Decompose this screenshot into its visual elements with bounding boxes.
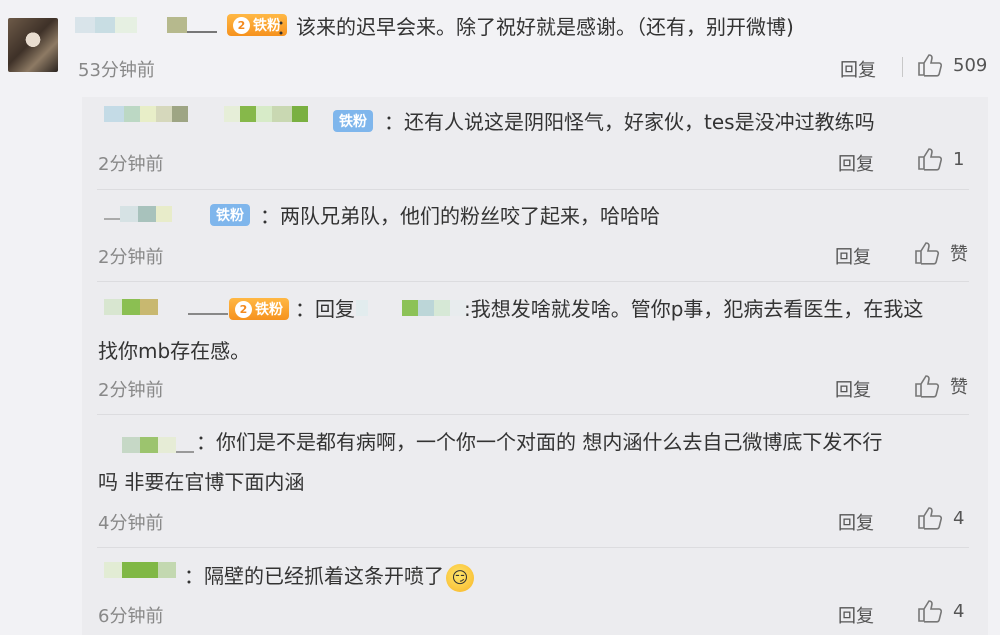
timestamp: 6分钟前 — [98, 606, 164, 627]
timestamp: 2分钟前 — [98, 154, 164, 175]
like-button[interactable]: 509 — [917, 53, 987, 77]
mentioned-username[interactable] — [356, 300, 466, 316]
divider — [97, 547, 969, 548]
comment-text: ：该来的迟早会来。除了祝好就是感谢。（还有，别开微博) — [276, 15, 794, 39]
thumbs-up-icon — [915, 375, 940, 398]
divider — [97, 281, 969, 282]
avatar[interactable] — [8, 18, 58, 72]
reply-button[interactable]: 回复 — [840, 56, 876, 82]
like-button[interactable]: 4 — [917, 599, 964, 623]
reply-text-continued: 吗 非要在官博下面内涵 — [98, 470, 305, 494]
reply-button[interactable]: 回复 — [838, 602, 874, 628]
reply-text-continued: 找你mb存在感。 — [98, 339, 251, 363]
username-reply[interactable] — [104, 206, 196, 222]
reply-button[interactable]: 回复 — [838, 150, 874, 176]
like-button[interactable]: 4 — [917, 506, 964, 530]
reply-text: :我想发啥就发啥。管你p事，犯病去看医生，在我这 — [464, 297, 924, 321]
divider — [97, 189, 969, 190]
crown-level-icon: 2 — [235, 300, 252, 318]
fan-badge: 铁粉 — [333, 110, 373, 132]
timestamp: 4分钟前 — [98, 513, 164, 534]
thumbs-up-icon — [918, 148, 943, 171]
thumbs-up-icon — [918, 507, 943, 530]
username-reply[interactable] — [122, 437, 194, 453]
reply-text: ：还有人说这是阴阳怪气，好家伙，tes是没冲过教练吗 — [384, 110, 875, 134]
main-comment: 2 铁粉 ：该来的迟早会来。除了祝好就是感谢。（还有，别开微博) 53分钟前 回… — [0, 0, 1000, 100]
separator — [902, 57, 903, 77]
reply-text: ：回复 — [295, 297, 355, 321]
timestamp: 2分钟前 — [98, 380, 164, 401]
username-reply[interactable] — [104, 562, 176, 578]
reply-text: ：你们是不是都有病啊，一个你一个对面的 想内涵什么去自己微博底下发不行 — [196, 430, 883, 454]
fan-badge: 2 铁粉 — [229, 298, 289, 320]
reply-text: ：两队兄弟队，他们的粉丝咬了起来，哈哈哈 — [260, 204, 660, 228]
thumbs-up-icon — [915, 242, 940, 265]
crown-level-icon: 2 — [233, 16, 250, 34]
thumbs-up-icon — [918, 54, 943, 77]
like-button[interactable]: 1 — [917, 147, 964, 171]
reply-list — [82, 97, 988, 635]
reply-text: ：隔壁的已经抓着这条开喷了 😏 — [184, 563, 474, 592]
timestamp: 53分钟前 — [78, 60, 155, 81]
timestamp: 2分钟前 — [98, 247, 164, 268]
fan-badge: 铁粉 — [210, 204, 250, 226]
like-button[interactable]: 赞 — [914, 373, 968, 399]
reply-button[interactable]: 回复 — [835, 243, 871, 269]
reply-button[interactable]: 回复 — [835, 376, 871, 402]
thumbs-up-icon — [918, 600, 943, 623]
username-reply[interactable] — [104, 106, 308, 122]
like-button[interactable]: 赞 — [914, 240, 968, 266]
smile-emoji-icon: 😏 — [446, 563, 474, 592]
username-main[interactable]: 2 铁粉 — [75, 14, 287, 36]
username-reply[interactable] — [104, 299, 228, 315]
reply-button[interactable]: 回复 — [838, 509, 874, 535]
divider — [97, 414, 969, 415]
